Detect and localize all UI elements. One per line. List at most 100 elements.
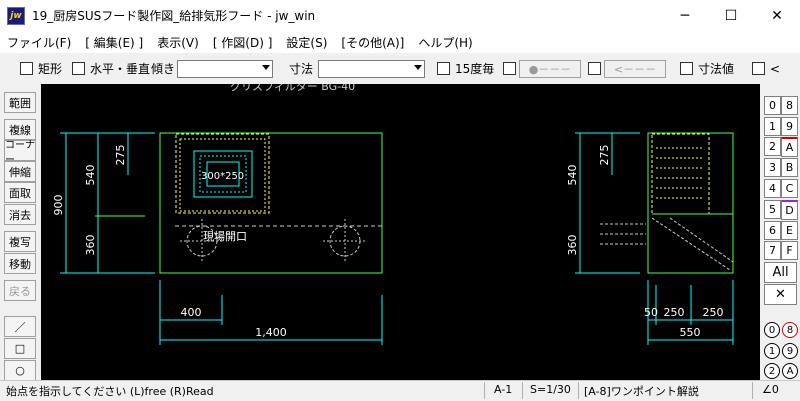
status-angle[interactable]: ∠0 <box>762 383 779 396</box>
rect-checkbox[interactable] <box>20 62 33 75</box>
status-separator <box>578 382 579 399</box>
menu-view[interactable]: 表示(V) <box>150 34 206 51</box>
hood-front-outline <box>159 132 383 274</box>
jw-app-icon[interactable]: jw <box>7 6 25 25</box>
minimize-button[interactable]: ─ <box>662 0 708 31</box>
menu-draw[interactable]: [ 作図(D) ] <box>206 34 280 51</box>
angle-combo[interactable] <box>177 60 273 78</box>
tool-trim-button[interactable]: 伸縮 <box>4 161 36 182</box>
layer-clear-button[interactable]: ✕ <box>764 284 797 305</box>
step15-option[interactable]: 15度毎 <box>437 53 494 84</box>
dim-900: 900 <box>52 195 65 216</box>
tool-chamfer-button[interactable]: 面取 <box>4 182 36 203</box>
drawing-svg: グリスフィルター BG-40 300*250 現場開口 540 275 900 … <box>52 84 734 345</box>
layer-D-button[interactable]: D <box>781 200 798 220</box>
tool-rect-button[interactable]: □ <box>4 338 36 359</box>
status-message: 始点を指示してください (L)free (R)Read <box>6 385 214 398</box>
status-separator <box>752 382 753 399</box>
tool-undo-button[interactable]: 戻る <box>4 280 36 301</box>
status-bar: 始点を指示してください (L)free (R)Read A-1 S=1/30 [… <box>0 380 800 401</box>
left-tool-panel: 範囲 複線 コーナー 伸縮 面取 消去 複写 移動 戻る ／ □ ○ <box>0 84 40 381</box>
tool-move-button[interactable]: 移動 <box>4 253 36 274</box>
layer-3-button[interactable]: 3 <box>764 158 781 177</box>
angle-label: 傾き <box>151 62 176 76</box>
title-bar: jw 19_厨房SUSフード製作図_給排気形フード - jw_win ─ ☐ ✕ <box>0 0 800 31</box>
menu-other[interactable]: [その他(A)] <box>334 34 411 51</box>
menu-edit[interactable]: [ 編集(E) ] <box>78 34 150 51</box>
layer-F-button[interactable]: F <box>781 241 798 260</box>
dim-250-right: 250 <box>703 306 724 319</box>
dimension-combo[interactable] <box>318 60 425 78</box>
layer-C-button[interactable]: C <box>781 179 798 198</box>
dot-line-button[interactable]: ●－－－ <box>519 60 581 78</box>
tool-erase-button[interactable]: 消去 <box>4 204 36 225</box>
hood-side-outline <box>647 132 734 274</box>
dim-400: 400 <box>181 306 202 319</box>
arrow-checkbox[interactable] <box>588 62 601 75</box>
group-2-button[interactable]: 2 <box>764 363 780 379</box>
layer-all-button[interactable]: All <box>764 262 797 283</box>
line-toolbar: 矩形 水平・垂直 傾き 寸法 15度毎 ●－－－ <－－－ 寸法値 < <box>0 53 800 85</box>
lt-option[interactable]: < <box>752 53 780 84</box>
horiz-vert-option[interactable]: 水平・垂直 <box>72 53 150 84</box>
dim-275-side: 275 <box>598 145 611 166</box>
group-8-button[interactable]: 8 <box>782 322 798 338</box>
group-A-button[interactable]: A <box>782 363 798 379</box>
side-diagonal-2 <box>669 217 734 263</box>
group-1-button[interactable]: 1 <box>764 343 780 359</box>
group-9-button[interactable]: 9 <box>782 343 798 359</box>
tool-copy-button[interactable]: 複写 <box>4 231 36 252</box>
status-scale[interactable]: S=1/30 <box>530 383 571 396</box>
layer-8-button[interactable]: 8 <box>781 96 798 115</box>
layer-A-button[interactable]: A <box>781 137 798 157</box>
layer-2-button[interactable]: 2 <box>764 137 781 156</box>
layer-4-button[interactable]: 4 <box>764 179 781 198</box>
layer-E-button[interactable]: E <box>781 221 798 240</box>
dimension-dropdown-icon[interactable] <box>414 65 422 70</box>
dim-360-side: 360 <box>566 235 579 256</box>
arrow-line-button[interactable]: <－－－ <box>604 60 666 78</box>
layer-0-button[interactable]: 0 <box>764 96 781 115</box>
dim-540-side: 540 <box>566 165 579 186</box>
side-diagonal-1 <box>651 217 731 271</box>
dim-value-checkbox[interactable] <box>680 62 693 75</box>
layer-5-button[interactable]: 5 <box>764 200 781 219</box>
status-hint[interactable]: [A-8]ワンポイント解説 <box>584 383 699 399</box>
menu-help[interactable]: ヘルプ(H) <box>411 34 479 51</box>
status-paper-size[interactable]: A-1 <box>494 383 512 396</box>
dot-checkbox[interactable] <box>503 62 516 75</box>
menu-settings[interactable]: 設定(S) <box>279 34 334 51</box>
menu-file[interactable]: ファイル(F) <box>0 34 78 51</box>
tool-circle-button[interactable]: ○ <box>4 360 36 381</box>
maximize-button[interactable]: ☐ <box>708 0 754 31</box>
dim-275-front: 275 <box>114 145 127 166</box>
drawing-canvas[interactable]: グリスフィルター BG-40 300*250 現場開口 540 275 900 … <box>41 84 760 380</box>
dimension-label: 寸法 <box>289 62 314 76</box>
dim-550: 550 <box>680 326 701 339</box>
lt-label: < <box>770 61 781 76</box>
rect-option[interactable]: 矩形 <box>20 53 62 84</box>
layer-panel: 0 8 1 9 2 A 3 B 4 C 5 D 6 E 7 F All ✕ 0 … <box>760 84 800 380</box>
horiz-vert-checkbox[interactable] <box>72 62 85 75</box>
angle-dropdown-icon[interactable] <box>262 65 270 70</box>
layer-B-button[interactable]: B <box>781 158 798 177</box>
close-button[interactable]: ✕ <box>754 0 800 31</box>
tool-line-button[interactable]: ／ <box>4 316 36 337</box>
tool-corner-button[interactable]: コーナー <box>4 140 36 166</box>
status-separator <box>522 382 523 399</box>
group-0-button[interactable]: 0 <box>764 322 780 338</box>
step15-label: 15度毎 <box>455 62 495 76</box>
filter-model-label: グリスフィルター BG-40 <box>230 84 355 93</box>
status-separator <box>484 382 485 399</box>
layer-9-button[interactable]: 9 <box>781 117 798 136</box>
dim-value-option[interactable]: 寸法値 <box>680 53 734 84</box>
dim-50: 50 <box>644 306 658 319</box>
filter-size-label: 300*250 <box>201 171 244 182</box>
layer-6-button[interactable]: 6 <box>764 221 781 240</box>
side-filter-box <box>651 133 710 215</box>
lt-checkbox[interactable] <box>752 62 765 75</box>
layer-1-button[interactable]: 1 <box>764 117 781 136</box>
tool-range-button[interactable]: 範囲 <box>4 92 36 113</box>
layer-7-button[interactable]: 7 <box>764 241 781 260</box>
step15-checkbox[interactable] <box>437 62 450 75</box>
